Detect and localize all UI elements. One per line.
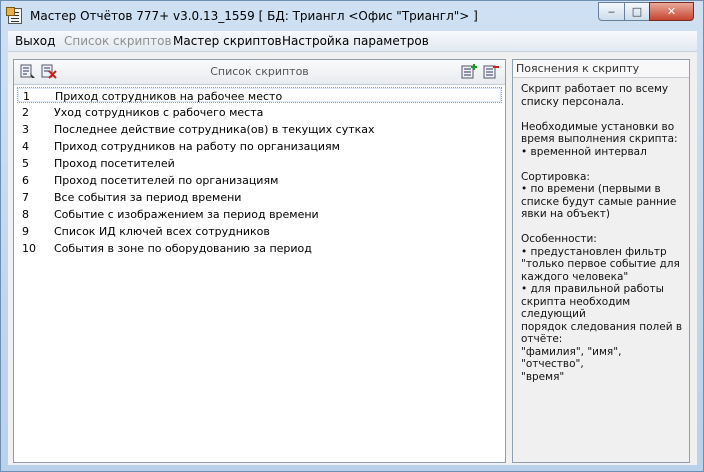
script-list-panel: Список скриптов 1 Приход сотрудников на р… <box>13 59 506 463</box>
script-row-number: 4 <box>22 140 29 153</box>
maximize-icon: □ <box>631 5 643 18</box>
notes-header: Пояснения к скрипту <box>513 60 689 78</box>
script-row[interactable]: 7 Все события за период времени <box>17 189 502 205</box>
menu-bar: Выход Список скриптов Мастер скриптов На… <box>8 31 697 52</box>
add-script-icon[interactable] <box>461 63 479 80</box>
notes-title: Пояснения к скрипту <box>516 62 640 75</box>
script-row-name: Проход посетителей по организациям <box>54 174 279 187</box>
title-bar[interactable]: Мастер Отчётов 777+ v3.0.13_1559 [ БД: Т… <box>1 1 703 31</box>
script-row[interactable]: 1 Приход сотрудников на рабочее место <box>17 87 502 103</box>
menu-settings[interactable]: Настройка параметров <box>282 34 429 48</box>
minimize-button[interactable]: ‒ <box>598 2 625 21</box>
script-row-number: 2 <box>22 106 29 119</box>
script-row-name: Список ИД ключей всех сотрудников <box>54 225 270 238</box>
close-button[interactable]: ✕ <box>649 2 694 21</box>
script-row[interactable]: 4 Приход сотрудников на работу по организ… <box>17 138 502 154</box>
menu-script-list[interactable]: Список скриптов <box>64 34 172 48</box>
script-row-name: Уход сотрудников с рабочего места <box>54 106 264 119</box>
script-row-name: Проход посетителей <box>54 157 175 170</box>
script-row-name: Приход сотрудников на работу по организа… <box>54 140 340 153</box>
maximize-button[interactable]: □ <box>624 2 650 21</box>
script-row-number: 5 <box>22 157 29 170</box>
minimize-icon: ‒ <box>608 5 615 18</box>
script-list-toolbar: Список скриптов <box>14 60 505 85</box>
script-row-number: 10 <box>22 242 36 255</box>
script-row[interactable]: 10 События в зоне по оборудованию за пери… <box>17 240 502 256</box>
script-row[interactable]: 6 Проход посетителей по организациям <box>17 172 502 188</box>
script-row[interactable]: 2 Уход сотрудников с рабочего места <box>17 104 502 120</box>
script-row-number: 6 <box>22 174 29 187</box>
script-row-name: Событие с изображением за период времени <box>54 208 319 221</box>
menu-script-wizard[interactable]: Мастер скриптов <box>173 34 282 48</box>
script-row[interactable]: 3 Последнее действие сотрудника(ов) в тек… <box>17 121 502 137</box>
script-row-name: Все события за период времени <box>54 191 242 204</box>
client-area: Список скриптов 1 Приход сотрудников на р… <box>8 52 697 465</box>
script-row-number: 3 <box>22 123 29 136</box>
script-row-number: 7 <box>22 191 29 204</box>
script-row-number: 9 <box>22 225 29 238</box>
script-list-title: Список скриптов <box>210 65 309 78</box>
app-icon <box>6 7 22 24</box>
close-icon: ✕ <box>666 5 677 18</box>
window-title: Мастер Отчётов 777+ v3.0.13_1559 [ БД: Т… <box>30 9 478 23</box>
script-row-name: События в зоне по оборудованию за период <box>54 242 312 255</box>
script-row-number: 1 <box>23 90 30 103</box>
main-window: Мастер Отчётов 777+ v3.0.13_1559 [ БД: Т… <box>0 0 704 472</box>
remove-script-icon[interactable] <box>483 63 501 80</box>
script-row-name: Приход сотрудников на рабочее место <box>55 90 283 103</box>
script-row[interactable]: 8 Событие с изображением за период времен… <box>17 206 502 222</box>
notes-text: Скрипт работает по всему списку персонал… <box>521 83 683 383</box>
script-row[interactable]: 5 Проход посетителей <box>17 155 502 171</box>
notes-panel: Пояснения к скрипту Скрипт работает по в… <box>512 59 690 463</box>
menu-exit[interactable]: Выход <box>15 34 55 48</box>
script-row-name: Последнее действие сотрудника(ов) в теку… <box>54 123 375 136</box>
script-row-number: 8 <box>22 208 29 221</box>
script-row[interactable]: 9 Список ИД ключей всех сотрудников <box>17 223 502 239</box>
